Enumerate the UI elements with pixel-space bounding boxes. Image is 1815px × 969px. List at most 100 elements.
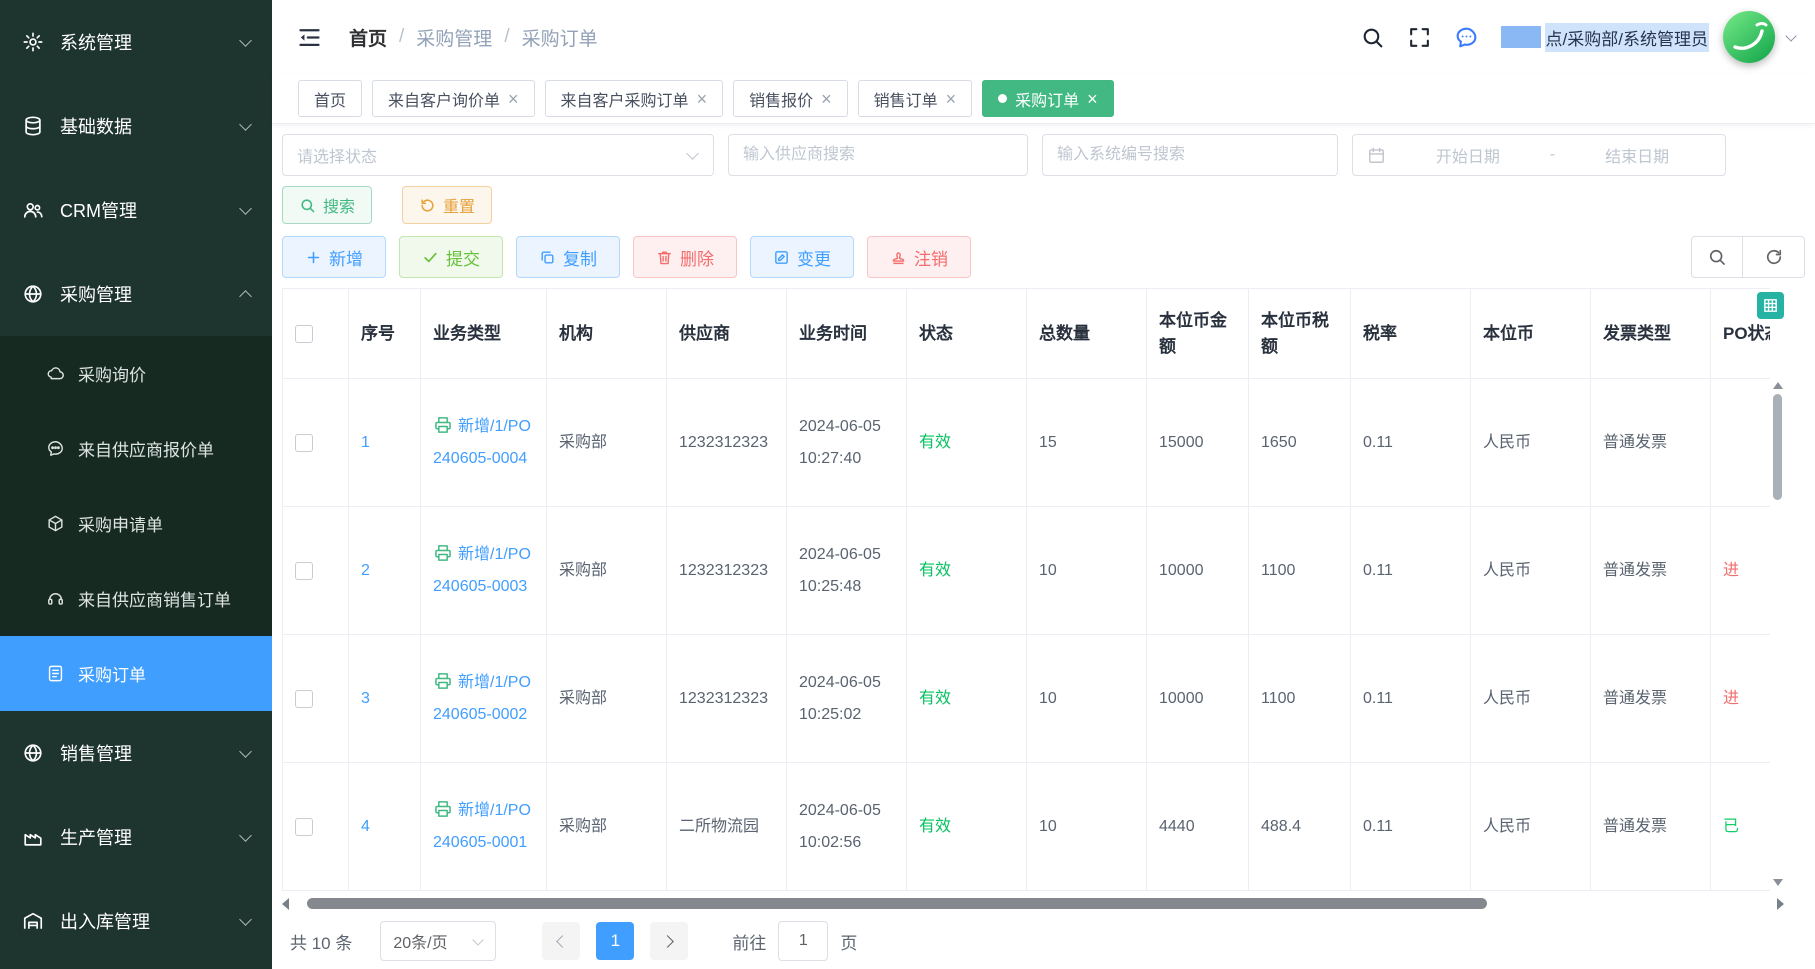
- close-icon[interactable]: ×: [946, 90, 957, 108]
- action-row: 新增 提交 复制 删除: [282, 236, 1805, 278]
- sidebar-collapse-icon[interactable]: [296, 24, 323, 51]
- reset-button[interactable]: 重置: [402, 186, 492, 224]
- scroll-left-icon[interactable]: [282, 898, 289, 910]
- horizontal-scroll-thumb[interactable]: [307, 898, 1487, 909]
- horizontal-scrollbar[interactable]: [282, 896, 1784, 911]
- col-invoice: 发票类型: [1591, 289, 1711, 379]
- user-name: 点/采购部/系统管理员: [1545, 23, 1709, 52]
- cell-time: 2024-06-05 10:25:48: [787, 507, 907, 635]
- globe-icon: [22, 742, 44, 764]
- cancel-void-button[interactable]: 注销: [867, 236, 971, 278]
- prev-page-button[interactable]: [542, 922, 580, 960]
- submit-button-label: 提交: [446, 245, 480, 270]
- scroll-up-icon[interactable]: [1773, 382, 1783, 389]
- close-icon[interactable]: ×: [821, 90, 832, 108]
- change-button[interactable]: 变更: [750, 236, 854, 278]
- sidebar-item-purchase-inquiry[interactable]: 采购询价: [0, 336, 272, 411]
- tab-sales-quote[interactable]: 销售报价 ×: [733, 80, 848, 117]
- col-rate: 税率: [1351, 289, 1471, 379]
- sidebar-item-purchase-order[interactable]: 采购订单: [0, 636, 272, 711]
- date-start-placeholder[interactable]: 开始日期: [1394, 143, 1542, 167]
- submit-button[interactable]: 提交: [399, 236, 503, 278]
- close-icon[interactable]: ×: [1087, 90, 1098, 108]
- cell-tax: 1100: [1249, 635, 1351, 763]
- reset-icon: [419, 197, 436, 214]
- sidebar-item-sales[interactable]: 销售管理: [0, 711, 272, 795]
- table-row[interactable]: 1 新增/1/PO240605-0004 采购部 1232312323 2024…: [283, 379, 1771, 507]
- horizontal-scroll-track[interactable]: [295, 896, 1771, 911]
- sidebar-item-system[interactable]: 系统管理: [0, 0, 272, 84]
- breadcrumb-home[interactable]: 首页: [349, 24, 387, 51]
- tab-purchase-order[interactable]: 采购订单 ×: [982, 80, 1114, 117]
- box-icon: [46, 514, 65, 533]
- fullscreen-icon[interactable]: [1407, 25, 1432, 50]
- cell-rate: 0.11: [1351, 763, 1471, 891]
- avatar[interactable]: [1723, 11, 1775, 63]
- row-no-link[interactable]: 4: [361, 818, 370, 835]
- close-icon[interactable]: ×: [697, 90, 708, 108]
- status-badge: 有效: [907, 635, 1027, 763]
- sidebar-item-basic-data[interactable]: 基础数据: [0, 84, 272, 168]
- row-no-link[interactable]: 1: [361, 434, 370, 451]
- add-button[interactable]: 新增: [282, 236, 386, 278]
- row-checkbox[interactable]: [295, 818, 313, 836]
- close-icon[interactable]: ×: [508, 90, 519, 108]
- table-row[interactable]: 4 新增/1/PO240605-0001 采购部 二所物流园 2024-06-0…: [283, 763, 1771, 891]
- supplier-search-input[interactable]: [728, 134, 1028, 176]
- sidebar-item-crm[interactable]: CRM管理: [0, 168, 272, 252]
- refresh-button[interactable]: [1743, 236, 1805, 278]
- breadcrumb-purchase[interactable]: 采购管理: [416, 24, 492, 51]
- chevron-down-icon: [1785, 30, 1796, 41]
- column-settings-icon[interactable]: [1757, 292, 1784, 319]
- row-checkbox[interactable]: [295, 434, 313, 452]
- select-all-checkbox[interactable]: [295, 325, 313, 343]
- page-number-current[interactable]: 1: [596, 922, 634, 960]
- vertical-scrollbar[interactable]: [1771, 380, 1784, 888]
- sidebar-item-warehouse[interactable]: 出入库管理: [0, 879, 272, 963]
- cell-invoice: 普通发票: [1591, 507, 1711, 635]
- vertical-scroll-thumb[interactable]: [1773, 394, 1782, 500]
- sidebar-item-label: 系统管理: [60, 29, 233, 55]
- user-menu[interactable]: 点/采购部/系统管理员: [1501, 11, 1795, 63]
- col-supplier: 供应商: [667, 289, 787, 379]
- sidebar-item-supplier-sales-order[interactable]: 来自供应商销售订单: [0, 561, 272, 636]
- table-row[interactable]: 3 新增/1/PO240605-0002 采购部 1232312323 2024…: [283, 635, 1771, 763]
- row-checkbox[interactable]: [295, 562, 313, 580]
- table-row[interactable]: 2 新增/1/PO240605-0003 采购部 1232312323 2024…: [283, 507, 1771, 635]
- date-end-placeholder[interactable]: 结束日期: [1563, 143, 1711, 167]
- plus-icon: [305, 249, 322, 266]
- tab-sales-order[interactable]: 销售订单 ×: [858, 80, 973, 117]
- row-no-link[interactable]: 2: [361, 562, 370, 579]
- message-icon[interactable]: [1454, 25, 1479, 50]
- sidebar-item-purchase-request[interactable]: 采购申请单: [0, 486, 272, 561]
- tab-customer-inquiry[interactable]: 来自客户询价单 ×: [372, 80, 535, 117]
- date-separator: -: [1550, 146, 1555, 164]
- cell-org: 采购部: [547, 635, 667, 763]
- page-content: 请选择状态 开始日期 - 结束日期 搜索: [272, 124, 1815, 969]
- status-select[interactable]: 请选择状态: [282, 134, 714, 176]
- goto-page-input[interactable]: [778, 921, 828, 961]
- tab-customer-purchase-order[interactable]: 来自客户采购订单 ×: [545, 80, 724, 117]
- delete-button[interactable]: 删除: [633, 236, 737, 278]
- sidebar-item-production[interactable]: 生产管理: [0, 795, 272, 879]
- tab-home[interactable]: 首页: [298, 80, 362, 117]
- scroll-right-icon[interactable]: [1777, 898, 1784, 910]
- sidebar-item-supplier-quotation[interactable]: 来自供应商报价单: [0, 411, 272, 486]
- row-checkbox[interactable]: [295, 690, 313, 708]
- scroll-down-icon[interactable]: [1773, 879, 1783, 886]
- tab-label: 来自客户询价单: [388, 87, 500, 111]
- system-no-search-input[interactable]: [1042, 134, 1338, 176]
- chevron-down-icon: [239, 34, 252, 47]
- next-page-button[interactable]: [650, 922, 688, 960]
- page-size-select[interactable]: 20条/页: [380, 921, 496, 961]
- table-search-toggle-button[interactable]: [1691, 236, 1743, 278]
- copy-button[interactable]: 复制: [516, 236, 620, 278]
- sidebar-item-purchase[interactable]: 采购管理: [0, 252, 272, 336]
- date-range-picker[interactable]: 开始日期 - 结束日期: [1352, 134, 1726, 176]
- row-no-link[interactable]: 3: [361, 690, 370, 707]
- tab-label: 销售报价: [749, 87, 813, 111]
- chevron-down-icon: [239, 118, 252, 131]
- search-button[interactable]: 搜索: [282, 186, 372, 224]
- cell-time: 2024-06-05 10:25:02: [787, 635, 907, 763]
- search-icon[interactable]: [1360, 25, 1385, 50]
